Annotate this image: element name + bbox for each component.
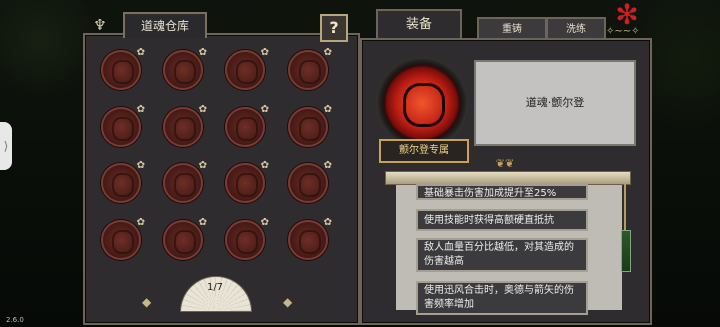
ornament-icon: ♆ [93, 16, 107, 34]
soul-face-icon [112, 60, 134, 84]
jade-tassel-icon [621, 230, 631, 272]
flower-badge-icon: ✿ [323, 47, 332, 58]
flower-badge-icon: ✿ [260, 104, 269, 115]
soul-face-icon [236, 230, 258, 254]
soul-slot[interactable]: ✿ [101, 217, 145, 260]
page-indicator: 1/7 [206, 282, 224, 293]
soul-face-icon [112, 173, 134, 197]
soul-slot[interactable]: ✿ [163, 160, 207, 203]
flower-badge-icon: ✿ [198, 47, 207, 58]
soul-slot[interactable]: ✿ [101, 47, 145, 90]
soul-slot[interactable]: ✿ [288, 217, 332, 260]
tab-refine[interactable]: 洗练 [546, 17, 606, 40]
flower-badge-icon: ✿ [323, 104, 332, 115]
soul-face-icon [236, 60, 258, 84]
tab-reforge[interactable]: 重铸 [477, 17, 547, 40]
soul-face-icon [236, 117, 258, 141]
soul-slot[interactable]: ✿ [225, 217, 269, 260]
effect-line: 基础暴击伤害加成提升至25% [416, 184, 588, 200]
soul-slot[interactable]: ✿ [288, 104, 332, 147]
soul-name: 道魂·颤尔登 [525, 96, 585, 109]
soul-face-icon [236, 173, 258, 197]
soul-slot[interactable]: ✿ [163, 104, 207, 147]
tab-equip[interactable]: 装备 [376, 9, 462, 39]
flower-badge-icon: ✿ [260, 160, 269, 171]
soul-slot[interactable]: ✿ [101, 104, 145, 147]
soul-face-icon [174, 173, 196, 197]
flower-badge-icon: ✿ [136, 104, 145, 115]
exclusive-label: 颤尔登专属 [379, 139, 469, 163]
soul-face-icon [174, 230, 196, 254]
soul-face-icon [299, 117, 321, 141]
soul-face-icon [299, 60, 321, 84]
soul-slot[interactable]: ✿ [288, 47, 332, 90]
soul-face-icon [112, 117, 134, 141]
prev-page-icon[interactable]: ◆ [142, 295, 151, 309]
tassel-cord [624, 183, 626, 231]
flower-badge-icon: ✿ [136, 47, 145, 58]
effect-line: 使用技能时获得高额硬直抵抗 [416, 209, 588, 231]
flower-badge-icon: ✿ [136, 217, 145, 228]
soul-face-icon [299, 230, 321, 254]
soul-slot[interactable]: ✿ [163, 217, 207, 260]
soul-portrait [376, 57, 468, 149]
flower-badge-icon: ✿ [323, 160, 332, 171]
soul-face-icon [403, 83, 445, 127]
scroll-rod [385, 171, 631, 185]
soul-slot[interactable]: ✿ [225, 160, 269, 203]
effect-line: 敌人血量百分比越低，对其造成的伤害越高 [416, 238, 588, 272]
storage-title: 道魂仓库 [123, 12, 207, 38]
soul-slot[interactable]: ✿ [225, 47, 269, 90]
flower-badge-icon: ✿ [260, 47, 269, 58]
soul-slot[interactable]: ✿ [288, 160, 332, 203]
effect-line: 使用迅风合击时，奥德与箭矢的伤害频率增加 [416, 281, 588, 315]
soul-face-icon [174, 60, 196, 84]
soul-face-icon [174, 117, 196, 141]
flower-badge-icon: ✿ [136, 160, 145, 171]
flower-badge-icon: ✿ [198, 160, 207, 171]
soul-face-icon [112, 230, 134, 254]
scroll-ornament-icon: ❦❦ [495, 157, 515, 170]
help-button[interactable]: ? [320, 14, 348, 42]
side-drawer-handle[interactable]: ⟩ [0, 122, 12, 170]
next-page-icon[interactable]: ◆ [283, 295, 292, 309]
soul-face-icon [299, 173, 321, 197]
flower-badge-icon: ✿ [323, 217, 332, 228]
soul-slot[interactable]: ✿ [101, 160, 145, 203]
version-label: 2.6.0 [6, 316, 24, 324]
flower-badge-icon: ✿ [260, 217, 269, 228]
flower-badge-icon: ✿ [198, 217, 207, 228]
flower-badge-icon: ✿ [198, 104, 207, 115]
soul-slot[interactable]: ✿ [225, 104, 269, 147]
soul-slot[interactable]: ✿ [163, 47, 207, 90]
